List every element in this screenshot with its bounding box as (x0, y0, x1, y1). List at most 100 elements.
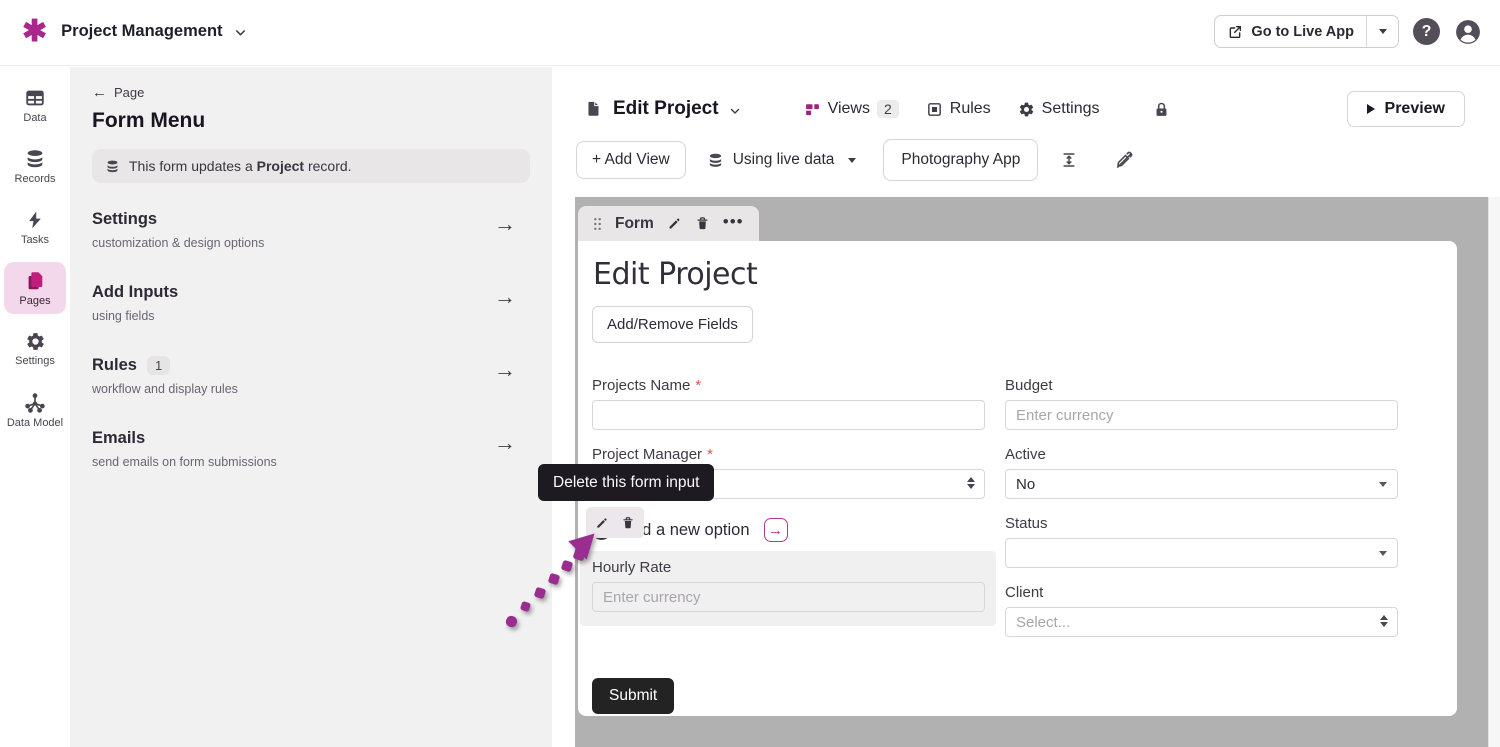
views-icon (804, 101, 821, 118)
add-view-button[interactable]: + Add View (576, 141, 686, 179)
page-title-group[interactable]: Edit Project (585, 98, 742, 120)
go-to-live-app-button[interactable]: Go to Live App (1214, 15, 1399, 48)
rail-label: Settings (15, 355, 55, 367)
lightning-icon (25, 209, 45, 231)
go-to-live-app-dropdown[interactable] (1366, 16, 1398, 47)
app-name: Project Management (61, 22, 222, 41)
avatar[interactable] (1454, 18, 1482, 46)
arrow-right-icon: → (494, 357, 516, 383)
tab-label: Views (828, 100, 870, 118)
live-data-label: Using live data (733, 151, 835, 169)
form-col-left: Projects Name* Project Manager* (592, 377, 985, 714)
tab-views[interactable]: Views 2 (804, 100, 899, 118)
projects-name-input[interactable] (592, 400, 985, 430)
chevron-down-icon (1379, 29, 1387, 34)
rail-label: Data Model (7, 417, 63, 429)
back-to-page-link[interactable]: ← Page (92, 85, 530, 100)
panel-title: Form Menu (92, 109, 530, 133)
status-select[interactable] (1005, 538, 1398, 568)
client-select-placeholder: Select... (1016, 614, 1070, 631)
edit-input-icon[interactable] (595, 516, 609, 530)
submit-button[interactable]: Submit (592, 678, 674, 714)
rail-label: Data (23, 112, 46, 124)
delete-input-icon[interactable] (621, 516, 635, 530)
menu-item-desc: using fields (92, 309, 530, 323)
caret-down-icon (1379, 551, 1387, 556)
back-arrow-icon: ← (92, 85, 107, 100)
more-options-icon[interactable]: ••• (723, 213, 744, 230)
back-label: Page (114, 85, 144, 100)
database-icon (24, 148, 46, 170)
field-label: Projects Name* (592, 377, 985, 394)
page-header: Edit Project Views 2 Rules (552, 67, 1500, 127)
field-hourly-rate-hovered[interactable]: Hourly Rate (580, 551, 996, 626)
form-title: Edit Project (593, 257, 1443, 292)
tab-label: Settings (1042, 100, 1100, 118)
client-select[interactable]: Select... (1005, 607, 1398, 637)
tab-label: Rules (950, 100, 991, 118)
disable-inline-edit-icon[interactable] (1114, 150, 1134, 170)
form-grid: Projects Name* Project Manager* (592, 377, 1443, 714)
icon-rail: Data Records Tasks Pages Settings Data M… (0, 67, 70, 747)
rail-item-pages[interactable]: Pages (4, 262, 66, 314)
brand-logo-icon[interactable]: ✱ (22, 17, 47, 47)
add-option-go-button[interactable]: → (764, 518, 788, 542)
active-select-value: No (1016, 476, 1035, 493)
field-budget: Budget (1005, 377, 1398, 430)
main-area: Edit Project Views 2 Rules (552, 67, 1500, 747)
menu-item-emails[interactable]: Emails send emails on form submissions → (92, 412, 530, 485)
chevron-down-icon (848, 158, 856, 163)
menu-item-rules[interactable]: Rules 1 workflow and display rules → (92, 339, 530, 412)
menu-item-add-inputs[interactable]: Add Inputs using fields → (92, 266, 530, 339)
play-icon (1367, 104, 1375, 114)
live-data-dropdown[interactable]: Using live data (707, 151, 857, 169)
rail-item-data[interactable]: Data (4, 79, 66, 131)
form-col-right: Budget Active No Status (1005, 377, 1398, 714)
delete-input-tooltip: Delete this form input (538, 464, 714, 501)
rail-label: Records (15, 173, 56, 185)
chevron-down-icon[interactable] (728, 104, 742, 118)
rail-item-tasks[interactable]: Tasks (4, 201, 66, 253)
database-icon (105, 159, 120, 174)
field-status: Status (1005, 515, 1398, 568)
lock-icon[interactable] (1153, 100, 1170, 119)
field-label: Status (1005, 515, 1398, 532)
active-select[interactable]: No (1005, 469, 1398, 499)
canvas-scrollbar[interactable] (1488, 197, 1500, 747)
field-label: Hourly Rate (592, 559, 985, 576)
edit-view-icon[interactable] (667, 216, 682, 231)
field-label: Client (1005, 584, 1398, 601)
tab-rules[interactable]: Rules (926, 100, 991, 118)
menu-item-title: Add Inputs (92, 283, 530, 302)
app-bar: ✱ Project Management Go to Live App ? (0, 0, 1500, 66)
drag-handle-icon[interactable] (593, 217, 602, 231)
tab-settings[interactable]: Settings (1018, 100, 1100, 118)
page-tabs: Views 2 Rules Settings (804, 100, 1171, 119)
rail-item-settings[interactable]: Settings (4, 323, 66, 375)
menu-item-desc: workflow and display rules (92, 382, 530, 396)
menu-item-settings[interactable]: Settings customization & design options … (92, 193, 530, 266)
hourly-rate-input[interactable] (592, 582, 985, 612)
rail-item-data-model[interactable]: Data Model (4, 384, 66, 436)
rail-label: Pages (19, 295, 50, 307)
add-remove-fields-button[interactable]: Add/Remove Fields (592, 306, 753, 343)
field-active: Active No (1005, 446, 1398, 499)
form-view-tab[interactable]: Form ••• (578, 206, 759, 241)
required-asterisk: * (695, 377, 701, 394)
budget-input[interactable] (1005, 400, 1398, 430)
preview-button[interactable]: Preview (1347, 91, 1465, 127)
page-file-icon (585, 99, 602, 119)
go-to-live-app-main[interactable]: Go to Live App (1215, 16, 1366, 47)
help-icon[interactable]: ? (1413, 18, 1440, 45)
rail-item-records[interactable]: Records (4, 140, 66, 192)
vertical-spacing-icon[interactable] (1060, 150, 1078, 170)
database-icon (707, 152, 724, 169)
field-projects-name: Projects Name* (592, 377, 985, 430)
delete-view-icon[interactable] (695, 216, 710, 231)
source-app-chip[interactable]: Photography App (883, 139, 1038, 181)
field-label: Project Manager* (592, 446, 985, 463)
gear-icon (25, 331, 46, 352)
required-asterisk: * (707, 446, 713, 463)
app-switcher-chevron-icon[interactable] (233, 25, 248, 40)
arrow-right-icon: → (494, 284, 516, 310)
